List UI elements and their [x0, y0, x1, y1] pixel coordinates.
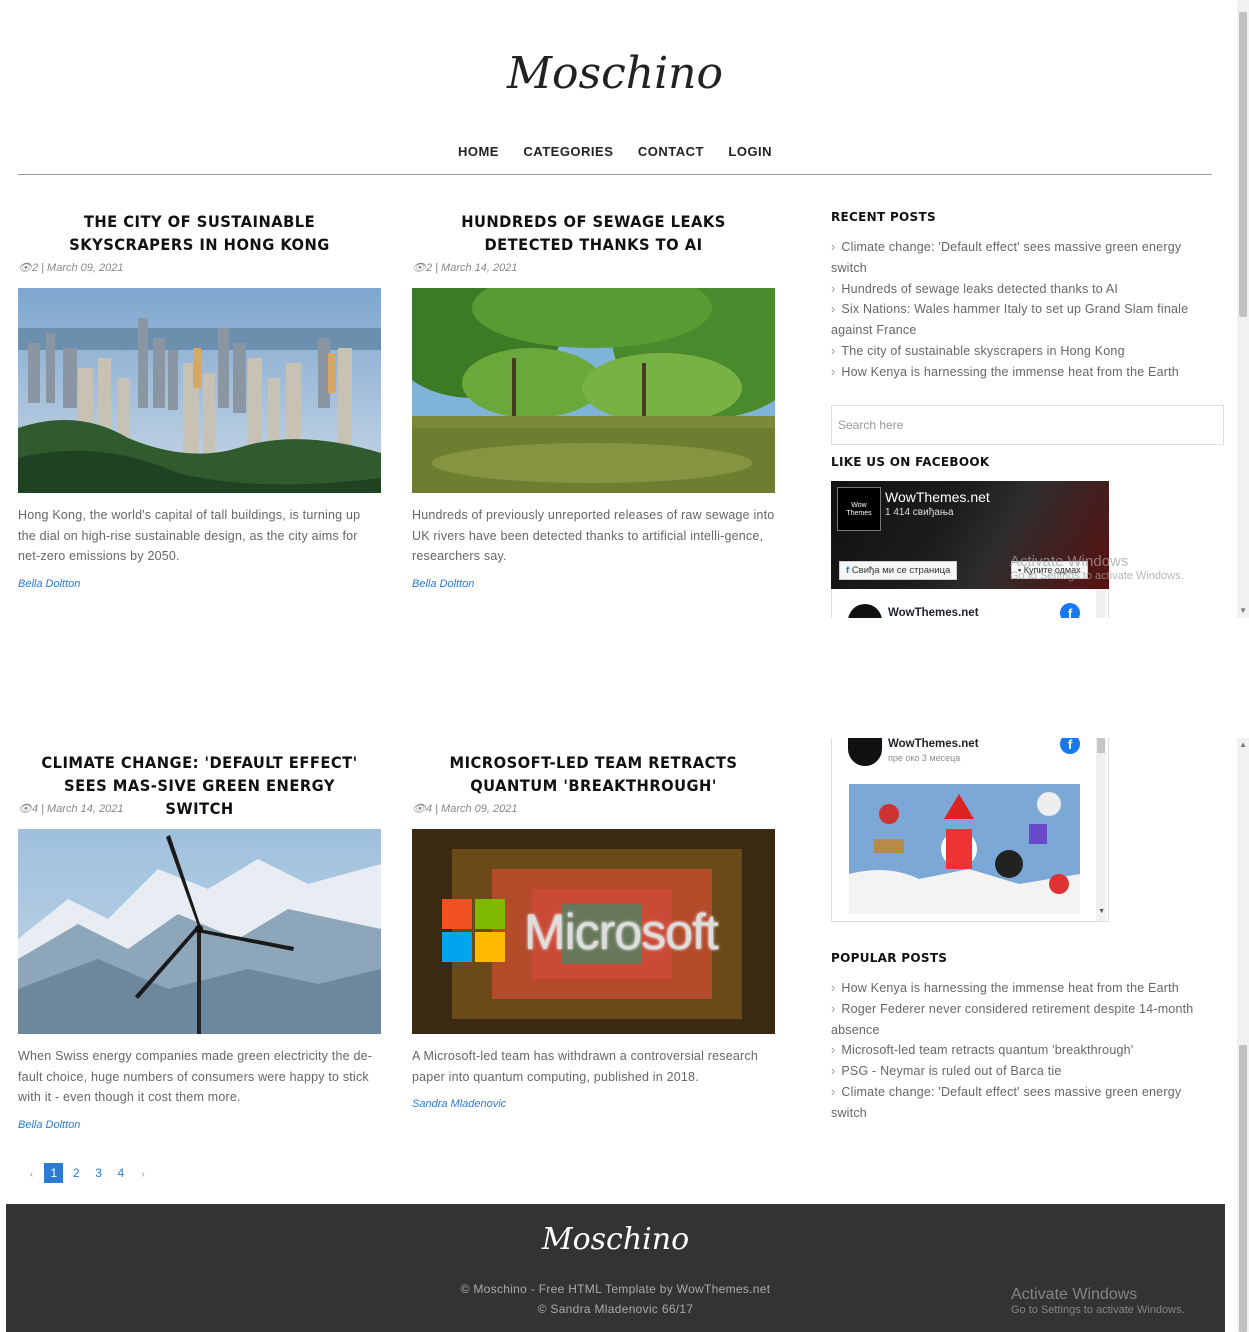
facebook-feed-time: пре око 3 месеца: [888, 753, 961, 763]
facebook-like-count: 1 414 свиђања: [885, 507, 954, 518]
site-footer: Moschino © Moschino - Free HTML Template…: [6, 1204, 1225, 1332]
post-card: HUNDREDS OF SEWAGE LEAKS DETECTED THANKS…: [412, 210, 775, 590]
pagination-prev[interactable]: ‹: [22, 1165, 41, 1185]
popular-posts-title: POPULAR POSTS: [831, 951, 948, 965]
post-author[interactable]: Bella Doltton: [412, 578, 775, 590]
chevron-right-icon: ›: [831, 1001, 836, 1016]
facebook-like-button[interactable]: f Свиђа ми се страница: [839, 561, 958, 580]
facebook-widget-title: LIKE US ON FACEBOOK: [831, 455, 990, 469]
post-meta: 👁2 | March 09, 2021: [18, 262, 124, 274]
nav-login[interactable]: LOGIN: [728, 144, 772, 159]
facebook-scrollbar-thumb[interactable]: [1097, 738, 1105, 753]
recent-post-link[interactable]: › Climate change: 'Default effect' sees m…: [831, 237, 1206, 279]
recent-post-link[interactable]: › The city of sustainable skyscrapers in …: [831, 341, 1206, 362]
post-excerpt: Hong Kong, the world's capital of tall b…: [18, 508, 361, 563]
pagination-page[interactable]: 4: [111, 1163, 130, 1183]
post-meta: 👁4 | March 09, 2021: [412, 803, 518, 815]
facebook-post-image[interactable]: [849, 784, 1080, 914]
chevron-right-icon: ›: [831, 343, 836, 358]
post-title[interactable]: CLIMATE CHANGE: 'DEFAULT EFFECT' SEES MA…: [33, 751, 367, 818]
pagination-page[interactable]: 2: [67, 1163, 86, 1183]
nav-contact[interactable]: CONTACT: [638, 144, 704, 159]
pagination: ‹ 1 2 3 4 ›: [22, 1163, 153, 1185]
popular-post-link[interactable]: › How Kenya is harnessing the immense hea…: [831, 978, 1206, 999]
popular-post-link[interactable]: › Climate change: 'Default effect' sees m…: [831, 1082, 1206, 1124]
post-card: MICROSOFT-LED TEAM RETRACTS QUANTUM 'BRE…: [412, 751, 775, 1110]
scrollbar-thumb[interactable]: [1239, 12, 1247, 317]
post-excerpt: When Swiss energy companies made green e…: [18, 1049, 373, 1104]
post-image-hong-kong[interactable]: [18, 288, 381, 493]
post-image-river[interactable]: [412, 288, 775, 493]
main-nav: HOME CATEGORIES CONTACT LOGIN: [0, 143, 1230, 161]
recent-post-link[interactable]: › Hundreds of sewage leaks detected thank…: [831, 279, 1206, 300]
chevron-right-icon: ›: [831, 281, 836, 296]
facebook-feed-avatar: [848, 604, 882, 618]
chevron-right-icon: ›: [831, 240, 836, 254]
post-image-microsoft-chip[interactable]: Microsoft: [412, 829, 775, 1034]
facebook-page-plugin[interactable]: Wow Themes WowThemes.net 1 414 свиђања f…: [831, 481, 1109, 618]
post-card: THE CITY OF SUSTAINABLE SKYSCRAPERS IN H…: [18, 210, 381, 590]
chevron-right-icon: ›: [831, 1064, 836, 1079]
popular-post-link[interactable]: › Roger Federer never considered retireme…: [831, 999, 1206, 1041]
facebook-feed-name[interactable]: WowThemes.net: [888, 607, 979, 618]
facebook-logo-icon: f: [1060, 603, 1080, 618]
post-author[interactable]: Bella Doltton: [18, 578, 381, 590]
facebook-feed: WowThemes.net f: [831, 589, 1109, 618]
facebook-page-name[interactable]: WowThemes.net: [885, 489, 990, 505]
header-divider: [18, 174, 1212, 175]
post-author[interactable]: Bella Doltton: [18, 1119, 381, 1131]
facebook-avatar[interactable]: Wow Themes: [837, 487, 881, 531]
post-author[interactable]: Sandra Mladenovic: [412, 1098, 775, 1110]
recent-posts-title: RECENT POSTS: [831, 210, 936, 224]
pagination-page[interactable]: 3: [89, 1163, 108, 1183]
facebook-widget-title-wrap: LIKE US ON FACEBOOK: [831, 455, 989, 469]
chevron-right-icon: ›: [831, 1043, 836, 1058]
post-excerpt: A Microsoft-led team has withdrawn a con…: [412, 1049, 758, 1084]
nav-home[interactable]: HOME: [458, 144, 499, 159]
nav-categories[interactable]: CATEGORIES: [523, 144, 613, 159]
popular-post-link[interactable]: › PSG - Neymar is ruled out of Barca tie: [831, 1061, 1206, 1082]
chevron-right-icon: ›: [831, 302, 836, 317]
scroll-down-arrow-icon[interactable]: ▼: [1239, 606, 1247, 615]
pagination-page[interactable]: 1: [44, 1163, 64, 1183]
recent-post-link[interactable]: › How Kenya is harnessing the immense hea…: [831, 362, 1206, 383]
site-logo[interactable]: Moschino: [0, 48, 1230, 99]
facebook-scrollbar[interactable]: [1096, 589, 1106, 618]
post-image-wind-turbine[interactable]: [18, 829, 381, 1034]
scroll-down-arrow-icon[interactable]: ▼: [1098, 908, 1105, 915]
facebook-feed-name[interactable]: WowThemes.net: [888, 738, 979, 750]
post-title[interactable]: HUNDREDS OF SEWAGE LEAKS DETECTED THANKS…: [427, 210, 761, 256]
chevron-right-icon: ›: [831, 981, 836, 995]
search-input[interactable]: Search here: [831, 405, 1224, 445]
facebook-logo-icon: f: [1060, 738, 1080, 754]
page: ▼ ▲ Moschino HOME CATEGORIES CONTACT LOG…: [0, 0, 1249, 1332]
chevron-right-icon: ›: [831, 364, 836, 379]
recent-post-link[interactable]: › Six Nations: Wales hammer Italy to set …: [831, 299, 1206, 341]
post-title[interactable]: THE CITY OF SUSTAINABLE SKYSCRAPERS IN H…: [33, 210, 367, 256]
windows-activation-watermark: Activate Windows Go to Settings to activa…: [1010, 553, 1184, 582]
post-excerpt: Hundreds of previously unreported releas…: [412, 508, 775, 563]
chevron-right-icon: ›: [831, 1084, 836, 1099]
microsoft-logo-text: Microsoft: [524, 904, 719, 960]
facebook-page-plugin[interactable]: WowThemes.net пре око 3 месеца f ▼: [831, 738, 1109, 922]
windows-activation-watermark: Activate Windows Go to Settings to activa…: [1011, 1286, 1185, 1316]
facebook-feed-avatar: [848, 738, 882, 766]
post-title[interactable]: MICROSOFT-LED TEAM RETRACTS QUANTUM 'BRE…: [427, 751, 761, 797]
scroll-up-arrow-icon[interactable]: ▲: [1239, 740, 1247, 749]
post-meta: 👁2 | March 14, 2021: [412, 262, 518, 274]
scrollbar-thumb[interactable]: [1239, 1045, 1247, 1332]
footer-logo[interactable]: Moschino: [6, 1222, 1225, 1257]
post-card: CLIMATE CHANGE: 'DEFAULT EFFECT' SEES MA…: [18, 751, 381, 1131]
pagination-next[interactable]: ›: [134, 1165, 153, 1185]
recent-posts-widget: RECENT POSTS › Climate change: 'Default e…: [831, 210, 1206, 383]
popular-post-link[interactable]: › Microsoft-led team retracts quantum 'br…: [831, 1040, 1206, 1061]
facebook-scrollbar[interactable]: [1096, 738, 1106, 921]
popular-posts-widget: POPULAR POSTS › How Kenya is harnessing t…: [831, 951, 1206, 1124]
